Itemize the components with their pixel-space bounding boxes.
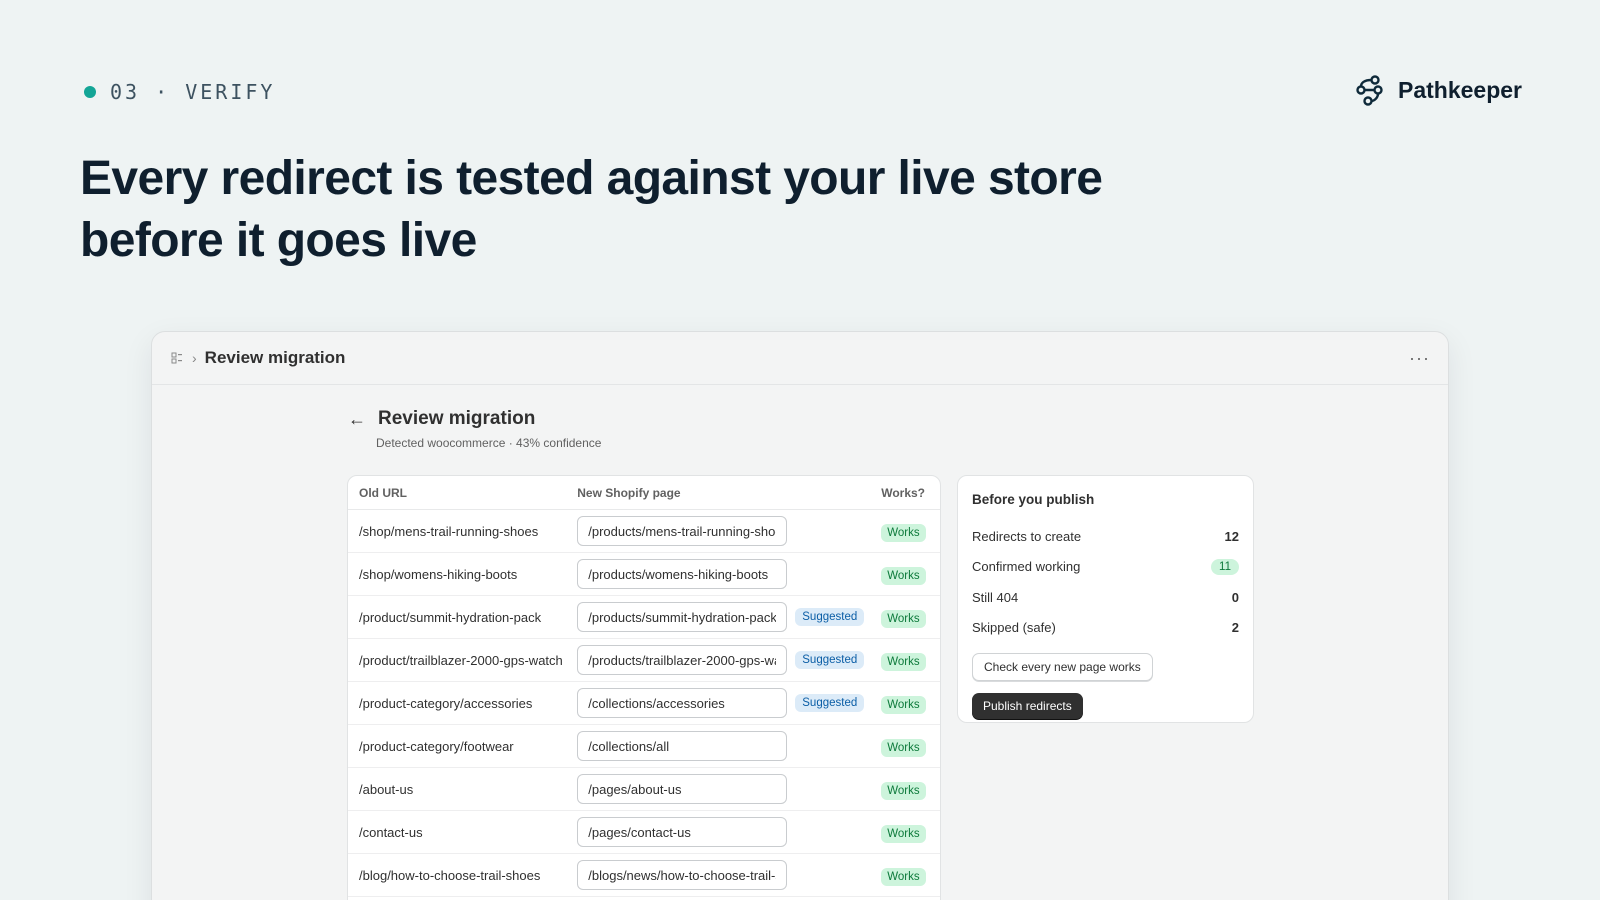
table-row: /about-us Works (348, 768, 940, 811)
works-badge: Works (881, 652, 926, 671)
old-url-cell: /blog/how-to-choose-trail-shoes (359, 867, 541, 883)
stat-still-404: Still 404 0 (972, 582, 1239, 613)
new-page-input[interactable] (577, 688, 788, 718)
table-body: /shop/mens-trail-running-shoes Works/shop… (348, 510, 940, 897)
table-row: /shop/womens-hiking-boots Works (348, 553, 940, 596)
works-badge: Works (881, 609, 926, 628)
new-page-input[interactable] (577, 602, 788, 632)
new-page-cell (577, 559, 881, 589)
new-page-input[interactable] (577, 731, 788, 761)
page-subtitle: Detected woocommerce · 43% confidence (376, 436, 602, 450)
table-row: /product/summit-hydration-pack Suggested W… (348, 596, 940, 639)
app-window: › Review migration ··· ← Review migratio… (151, 331, 1449, 900)
works-cell: Works (881, 738, 940, 757)
brand-name: Pathkeeper (1397, 76, 1522, 103)
works-badge: Works (881, 566, 926, 585)
new-page-cell (577, 731, 881, 761)
new-page-input[interactable] (577, 817, 788, 847)
new-page-cell (577, 516, 881, 546)
new-page-input[interactable] (577, 516, 788, 546)
breadcrumb[interactable]: Review migration (205, 348, 346, 368)
new-page-cell: Suggested (577, 602, 881, 632)
stat-label: Redirects to create (972, 528, 1082, 544)
old-url-cell: /shop/womens-hiking-boots (359, 566, 518, 582)
new-page-cell (577, 860, 881, 890)
step-label: 03 · VERIFY (110, 80, 276, 104)
table-header: Old URL New Shopify page Works? (348, 476, 940, 510)
breadcrumb-separator-icon: › (192, 350, 197, 366)
new-page-input[interactable] (577, 645, 788, 675)
works-badge: Works (881, 867, 926, 886)
back-arrow-icon[interactable]: ← (348, 409, 366, 430)
status-dot-icon (84, 86, 96, 98)
old-url-cell: /product/trailblazer-2000-gps-watch (359, 652, 563, 668)
suggested-badge: Suggested (795, 608, 865, 626)
new-page-input[interactable] (577, 860, 788, 890)
stat-skipped: Skipped (safe) 2 (972, 613, 1239, 644)
works-cell: Works (881, 824, 940, 843)
table-row: /blog/how-to-choose-trail-shoes Works (348, 854, 940, 897)
new-page-input[interactable] (577, 774, 788, 804)
table-row: /product/trailblazer-2000-gps-watch Sugge… (348, 639, 940, 682)
suggested-badge: Suggested (795, 694, 865, 712)
check-pages-button[interactable]: Check every new page works (972, 653, 1153, 681)
new-page-cell: Suggested (577, 645, 881, 675)
works-badge: Works (881, 824, 926, 843)
page-headline: Every redirect is tested against your li… (80, 152, 1103, 267)
works-badge: Works (881, 781, 926, 800)
new-page-cell (577, 817, 881, 847)
new-page-input[interactable] (577, 559, 788, 589)
works-badge: Works (881, 695, 926, 714)
works-cell: Works (881, 523, 940, 542)
old-url-cell: /product-category/footwear (359, 738, 514, 754)
app-grid-icon[interactable] (170, 351, 184, 365)
old-url-cell: /product-category/accessories (359, 695, 533, 711)
window-topbar: › Review migration ··· (152, 332, 1448, 385)
step-eyebrow: 03 · VERIFY (84, 80, 275, 104)
table-row: /contact-us Works (348, 811, 940, 854)
works-cell: Works (881, 781, 940, 800)
page-header: ← Review migration Detected woocommerce … (348, 408, 601, 450)
old-url-cell: /contact-us (359, 824, 423, 840)
stat-value: 12 (1224, 528, 1239, 544)
stat-value: 0 (1231, 589, 1239, 605)
stat-label: Still 404 (972, 589, 1019, 605)
redirects-table: Old URL New Shopify page Works? /shop/me… (347, 475, 941, 900)
table-row: /shop/mens-trail-running-shoes Works (348, 510, 940, 553)
page-title: Review migration (378, 408, 536, 429)
old-url-cell: /shop/mens-trail-running-shoes (359, 523, 539, 539)
works-cell: Works (881, 609, 940, 628)
table-row: /product-category/accessories Suggested Wo… (348, 682, 940, 725)
brand-logo: Pathkeeper (1354, 74, 1522, 106)
column-header-old-url: Old URL (359, 485, 407, 500)
column-header-new-page: New Shopify page (577, 485, 681, 500)
suggested-badge: Suggested (795, 651, 865, 669)
summary-title: Before you publish (972, 492, 1095, 507)
works-cell: Works (881, 695, 940, 714)
works-cell: Works (881, 652, 940, 671)
stat-redirects-to-create: Redirects to create 12 (972, 521, 1239, 552)
new-page-cell: Suggested (577, 688, 881, 718)
old-url-cell: /product/summit-hydration-pack (359, 609, 542, 625)
more-actions-icon[interactable]: ··· (1409, 348, 1430, 369)
works-cell: Works (881, 867, 940, 886)
stat-value: 2 (1231, 620, 1239, 636)
stat-label: Skipped (safe) (972, 620, 1056, 636)
column-header-works: Works? (881, 485, 925, 500)
works-cell: Works (881, 566, 940, 585)
old-url-cell: /about-us (359, 781, 414, 797)
works-badge: Works (881, 523, 926, 542)
stat-label: Confirmed working (972, 559, 1081, 575)
publish-redirects-button[interactable]: Publish redirects (972, 693, 1083, 719)
stat-confirmed-working: Confirmed working 11 (972, 552, 1239, 583)
stat-value-badge: 11 (1211, 558, 1239, 575)
route-nodes-icon (1356, 75, 1383, 106)
new-page-cell (577, 774, 881, 804)
table-row: /product-category/footwear Works (348, 725, 940, 768)
works-badge: Works (881, 738, 926, 757)
publish-summary-card: Before you publish Redirects to create 1… (957, 475, 1254, 723)
